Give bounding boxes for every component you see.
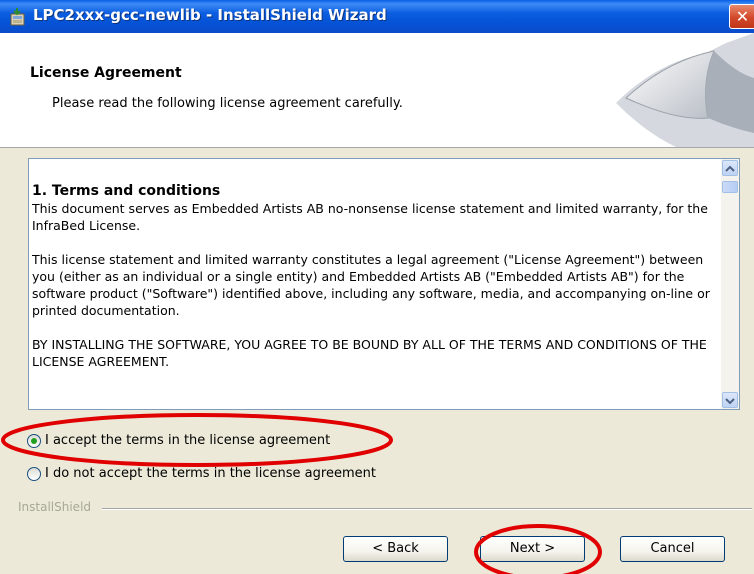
arrow-up-icon <box>725 165 735 172</box>
license-paragraph: This document serves as Embedded Artists… <box>32 201 708 233</box>
installshield-brand: InstallShield <box>18 500 92 514</box>
scroll-up-button[interactable] <box>722 160 738 176</box>
license-text-box[interactable]: 1. Terms and conditions This document se… <box>28 158 740 410</box>
decline-label[interactable]: I do not accept the terms in the license… <box>45 466 376 481</box>
vertical-scrollbar[interactable] <box>721 159 739 409</box>
scroll-down-button[interactable] <box>722 392 738 408</box>
close-icon: ✕ <box>735 7 750 26</box>
window-title: LPC2xxx-gcc-newlib - InstallShield Wizar… <box>33 6 387 24</box>
cancel-button[interactable]: Cancel <box>620 536 725 562</box>
arrow-down-icon <box>725 398 735 405</box>
back-button[interactable]: < Back <box>343 536 448 562</box>
next-button[interactable]: Next > <box>480 536 585 562</box>
accept-label[interactable]: I accept the terms in the license agreem… <box>45 433 330 448</box>
wizard-banner-graphic <box>616 33 754 147</box>
license-paragraph: BY INSTALLING THE SOFTWARE, YOU AGREE TO… <box>32 337 707 369</box>
installer-icon <box>10 8 25 26</box>
close-button[interactable]: ✕ <box>729 4 754 29</box>
license-content: 1. Terms and conditions This document se… <box>32 183 714 387</box>
title-bar[interactable]: LPC2xxx-gcc-newlib - InstallShield Wizar… <box>0 0 754 33</box>
page-subtitle: Please read the following license agreem… <box>52 96 403 111</box>
decline-radio[interactable] <box>27 467 41 481</box>
accept-radio[interactable] <box>27 434 41 448</box>
license-heading: 1. Terms and conditions <box>32 183 221 199</box>
header-panel: License Agreement Please read the follow… <box>0 33 754 148</box>
footer-divider <box>102 508 752 510</box>
license-paragraph: This license statement and limited warra… <box>32 252 710 318</box>
installshield-wizard-window: LPC2xxx-gcc-newlib - InstallShield Wizar… <box>0 0 754 574</box>
radio-selected-dot <box>31 438 37 444</box>
scroll-thumb[interactable] <box>722 181 738 193</box>
page-title: License Agreement <box>30 65 182 81</box>
